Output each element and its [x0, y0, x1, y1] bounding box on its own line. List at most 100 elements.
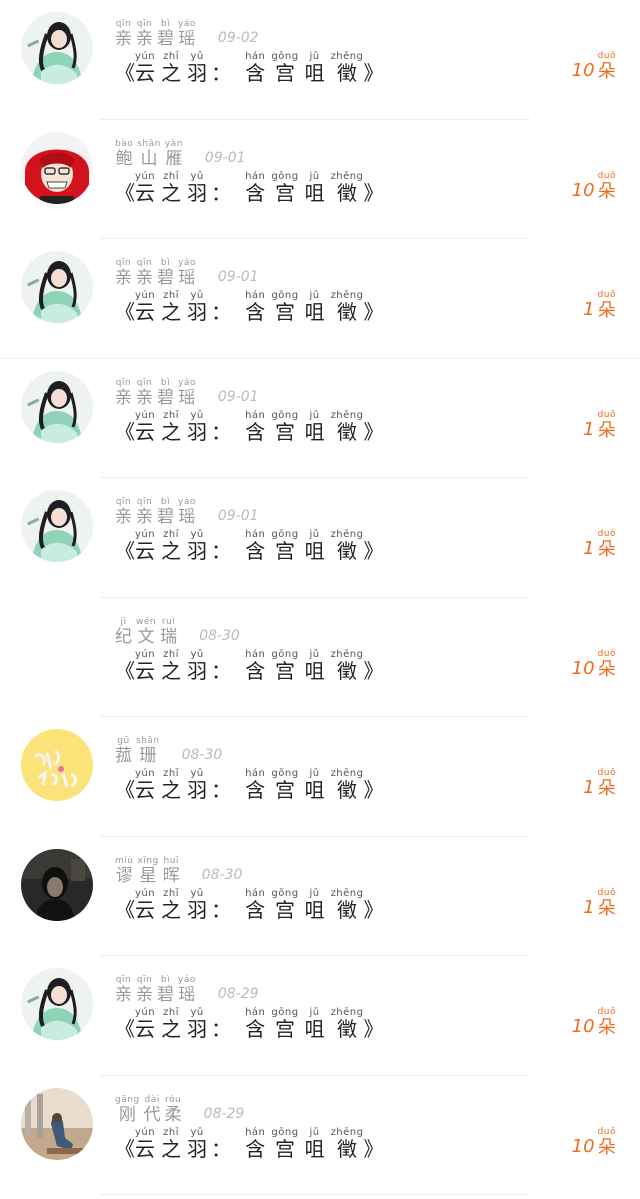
list-item[interactable]: qīn 亲 qīn 亲 bì 碧 yáo 瑶 08-29 《 yún 云 zhī 之 yǔ 羽： hán 含 gōn… [0, 956, 640, 1076]
sender-name-char: gāng 刚 [115, 1095, 140, 1124]
gift-char-hanzi: 宫 [274, 897, 295, 922]
avatar[interactable] [21, 251, 93, 323]
gift-name-part-1: yún 云 zhī 之 yǔ 羽 [135, 888, 207, 920]
list-item[interactable]: qīn 亲 qīn 亲 bì 碧 yáo 瑶 09-01 《 yún 云 zhī 之 yǔ 羽： hán 含 gōn… [0, 359, 640, 478]
sender-name-char-hanzi: 雁 [165, 148, 183, 169]
gift-char-hanzi: 之 [161, 419, 182, 444]
gift-open-bracket: 《 [115, 1136, 135, 1161]
gift-char-hanzi: 咀 [304, 539, 325, 563]
avatar[interactable] [21, 490, 93, 562]
flower-unit: duǒ 朵 [598, 171, 616, 201]
gift-char-hanzi: 宫 [274, 1136, 295, 1161]
flower-unit-hanzi: 朵 [597, 419, 616, 441]
flower-unit: duǒ 朵 [597, 649, 616, 680]
gift-char: yǔ 羽 [187, 649, 207, 681]
avatar[interactable] [21, 610, 93, 682]
gift-char: zhī 之 [161, 1127, 182, 1161]
sender-name-char: gū 菰 [115, 737, 132, 765]
sender-name-char-hanzi: 山 [140, 148, 158, 169]
avatar[interactable] [21, 1087, 93, 1160]
list-item[interactable]: qīn 亲 qīn 亲 bì 碧 yáo 瑶 09-02 《 yún 云 zhī 之 yǔ 羽： hán 含 gōn… [0, 0, 640, 120]
gift-name-part-2: hán 含 gōng 宫 jǔ 咀 zhēng 徵 [245, 171, 363, 203]
gift-char: hán 含 [245, 888, 265, 920]
avatar[interactable] [21, 848, 93, 921]
gift-char: zhī 之 [161, 888, 181, 920]
sender-name[interactable]: gāng 刚 dài 代 róu 柔 [115, 1095, 182, 1125]
avatar[interactable] [21, 968, 93, 1040]
gift-date: 09-01 [217, 508, 259, 524]
sender-name-char-hanzi: 晖 [162, 865, 180, 886]
sender-meta: gū 菰 shān 珊 08-30 [115, 735, 222, 765]
sender-name-char-hanzi: 亲 [115, 268, 132, 288]
gift-char-hanzi: 羽 [187, 539, 208, 563]
sender-name-char: yáo 瑶 [178, 976, 196, 1004]
sender-name[interactable]: gū 菰 shān 珊 [115, 737, 160, 765]
avatar[interactable] [21, 729, 93, 801]
flower-unit-hanzi: 朵 [597, 61, 616, 82]
sender-name-char-hanzi: 瑶 [178, 268, 196, 288]
list-item[interactable]: jì 纪 wén 文 ruì 瑞 08-30 《 yún 云 zhī 之 yǔ 羽： hán 含 gōng 宫 jǔ… [0, 598, 640, 717]
gift-char: yún 云 [135, 291, 155, 323]
sender-meta: qīn 亲 qīn 亲 bì 碧 yáo 瑶 08-29 [115, 974, 259, 1004]
gift-char: yǔ 羽 [187, 52, 207, 84]
flower-unit-hanzi: 朵 [597, 658, 616, 680]
flower-count-number: 1 [583, 299, 595, 320]
gift-char: zhēng 徵 [331, 769, 364, 801]
sender-name[interactable]: qīn 亲 qīn 亲 bì 碧 yáo 瑶 [115, 20, 196, 48]
sender-name-char-hanzi: 星 [139, 865, 157, 886]
sender-name[interactable]: qīn 亲 qīn 亲 bì 碧 yáo 瑶 [115, 498, 196, 526]
gift-char: zhēng 徵 [331, 530, 364, 562]
gift-name-part-2: hán 含 gōng 宫 jǔ 咀 zhēng 徵 [245, 530, 364, 563]
sender-name-char-hanzi: 碧 [157, 387, 174, 408]
sender-name[interactable]: qīn 亲 qīn 亲 bì 碧 yáo 瑶 [115, 976, 196, 1004]
sender-name-char-hanzi: 亲 [136, 985, 153, 1005]
gift-char: jǔ 咀 [305, 52, 325, 84]
sender-name-char-hanzi: 柔 [164, 1104, 182, 1125]
gift-colon: ： [211, 778, 232, 802]
flower-unit: duǒ 朵 [598, 769, 616, 798]
gift-char-hanzi: 羽 [187, 300, 208, 324]
list-item[interactable]: gāng 刚 dài 代 róu 柔 08-29 《 yún 云 zhī 之 yǔ 羽： hán 含 gōng 宫… [0, 1076, 640, 1195]
sender-name-char: bì 碧 [157, 498, 174, 526]
sender-name-char-hanzi: 碧 [157, 268, 174, 288]
gift-char-hanzi: 之 [161, 61, 182, 85]
gift-name: 《 yún 云 zhī 之 yǔ 羽： hán 含 gōng 宫 jǔ 咀 zhēng 徵》 [115, 171, 384, 203]
sender-name-char: miù 谬 [115, 856, 133, 885]
gift-char-hanzi: 徵 [337, 300, 358, 324]
sender-meta: qīn 亲 qīn 亲 bì 碧 yáo 瑶 09-01 [115, 496, 259, 526]
gift-char-hanzi: 羽 [187, 778, 208, 802]
gift-name-part-2: hán 含 gōng 宫 jǔ 咀 zhēng 徵 [245, 649, 363, 681]
gift-close-bracket: 》 [363, 897, 384, 922]
sender-name[interactable]: qīn 亲 qīn 亲 bì 碧 yáo 瑶 [115, 378, 196, 408]
flower-count-number: 10 [571, 1135, 595, 1157]
list-item[interactable]: bào 鲍 shān 山 yàn 雁 09-01 《 yún 云 zhī 之 yǔ 羽： hán 含 gōng 宫… [0, 120, 640, 239]
gift-char-hanzi: 云 [135, 1136, 156, 1161]
sender-name[interactable]: bào 鲍 shān 山 yàn 雁 [115, 139, 183, 169]
gift-char-hanzi: 之 [161, 1136, 182, 1161]
gift-char: jǔ 咀 [305, 649, 325, 681]
avatar[interactable] [21, 370, 93, 443]
gift-char-hanzi: 含 [245, 1017, 266, 1041]
list-item[interactable]: qīn 亲 qīn 亲 bì 碧 yáo 瑶 09-01 《 yún 云 zhī 之 yǔ 羽： hán 含 gōn… [0, 478, 640, 598]
sender-name-char: qīn 亲 [136, 20, 153, 48]
sender-name[interactable]: qīn 亲 qīn 亲 bì 碧 yáo 瑶 [115, 259, 196, 287]
list-item[interactable]: qīn 亲 qīn 亲 bì 碧 yáo 瑶 09-01 《 yún 云 zhī 之 yǔ 羽： hán 含 gōn… [0, 239, 640, 359]
sender-name-char-hanzi: 菰 [115, 746, 132, 766]
gift-close-bracket: 》 [363, 539, 384, 563]
flower-count-number: 10 [571, 1016, 595, 1037]
sender-name[interactable]: miù 谬 xīng 星 huī 晖 [115, 856, 180, 886]
flower-unit-hanzi: 朵 [597, 300, 616, 321]
list-item[interactable]: gū 菰 shān 珊 08-30 《 yún 云 zhī 之 yǔ 羽： hán 含 gōng 宫 jǔ 咀 zh… [0, 717, 640, 837]
gift-open-bracket: 《 [115, 658, 135, 683]
sender-name-char-hanzi: 瑞 [160, 626, 178, 647]
sender-name[interactable]: jì 纪 wén 文 ruì 瑞 [115, 617, 178, 647]
gift-date: 09-01 [204, 149, 246, 166]
gift-char: zhī 之 [161, 649, 181, 681]
gift-name-part-2: hán 含 gōng 宫 jǔ 咀 zhēng 徵 [245, 291, 363, 324]
avatar[interactable] [21, 12, 93, 84]
sender-name-char-hanzi: 亲 [136, 507, 153, 527]
list-item[interactable]: miù 谬 xīng 星 huī 晖 08-30 《 yún 云 zhī 之 yǔ 羽： hán 含 gōng 宫… [0, 837, 640, 956]
avatar[interactable] [21, 131, 93, 204]
gift-name: 《 yún 云 zhī 之 yǔ 羽： hán 含 gōng 宫 jǔ 咀 zhēng 徵》 [115, 888, 384, 922]
sender-name-char: róu 柔 [164, 1095, 182, 1125]
